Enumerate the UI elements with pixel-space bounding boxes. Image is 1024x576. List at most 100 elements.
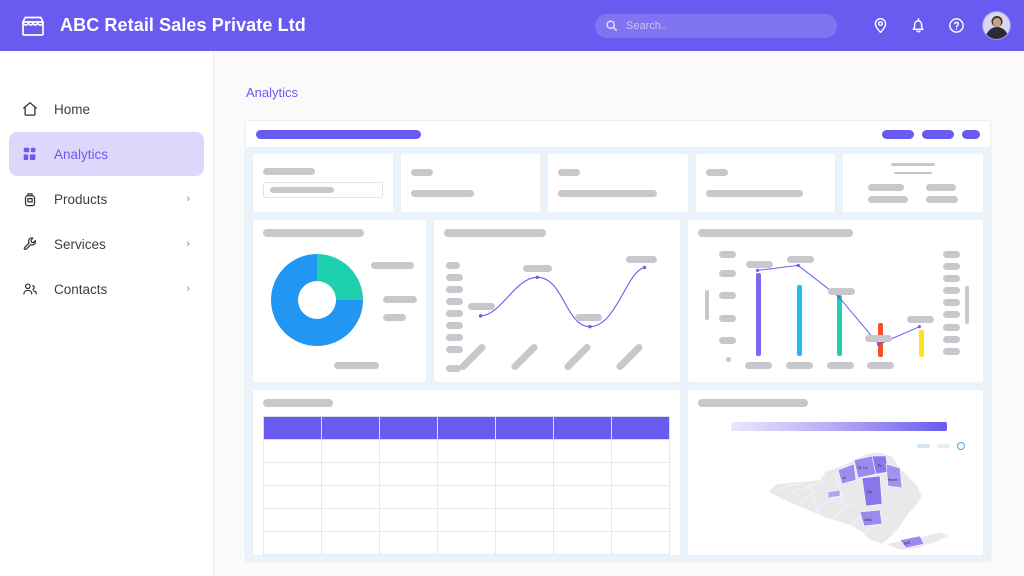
kpi-label-placeholder <box>411 169 433 176</box>
table-column-header[interactable] <box>438 417 496 440</box>
combo-point-label <box>865 335 892 342</box>
county-label: Je. <box>842 476 847 480</box>
data-table[interactable] <box>263 416 670 555</box>
table-cell <box>322 532 380 555</box>
table-cell <box>438 463 496 486</box>
stat-value-placeholder <box>894 172 932 175</box>
chevron-right-icon: › <box>186 284 190 295</box>
people-icon <box>21 280 47 298</box>
app-window: ABC Retail Sales Private Ltd <box>0 0 1024 576</box>
map-title-placeholder <box>698 399 808 407</box>
table-column-header[interactable] <box>612 417 670 440</box>
line-series-path <box>481 267 645 326</box>
x-axis-tick <box>867 362 894 369</box>
sidebar-item-label: Contacts <box>54 282 107 297</box>
kpi-value-placeholder <box>706 190 803 197</box>
table-body <box>264 440 670 555</box>
dashboard-action-buttons <box>882 130 980 139</box>
filter-input[interactable] <box>263 182 383 198</box>
table-column-header[interactable] <box>496 417 554 440</box>
sidebar-item-label: Services <box>54 237 106 252</box>
table-row[interactable] <box>264 509 670 532</box>
chevron-right-icon: › <box>186 239 190 250</box>
line-chart[interactable] <box>434 220 680 382</box>
table-cell <box>554 509 612 532</box>
search-input[interactable] <box>626 20 827 32</box>
line-chart-card[interactable] <box>433 219 681 383</box>
search-icon <box>605 19 618 32</box>
kpi-row <box>252 153 984 213</box>
kpi-card[interactable] <box>547 153 689 213</box>
notification-bell-icon[interactable] <box>899 0 937 51</box>
combo-data-point <box>837 295 840 298</box>
brand[interactable]: ABC Retail Sales Private Ltd <box>0 14 306 38</box>
county-label: Dela. <box>864 518 872 522</box>
user-avatar[interactable] <box>983 12 1010 39</box>
county-label: St. La. <box>858 466 868 470</box>
dashboard-action-button-2[interactable] <box>922 130 954 139</box>
county-label: Ha. <box>867 490 873 494</box>
top-bar-actions <box>595 0 1024 51</box>
table-cell <box>612 509 670 532</box>
table-cell <box>438 532 496 555</box>
location-pin-icon[interactable] <box>861 0 899 51</box>
donut-legend-label <box>334 362 379 369</box>
dashboard-header <box>246 121 990 147</box>
table-cell <box>554 532 612 555</box>
table-cell <box>438 440 496 463</box>
table-column-header[interactable] <box>554 417 612 440</box>
sidebar-item-home[interactable]: Home <box>9 87 204 131</box>
table-header <box>264 417 670 440</box>
table-row[interactable] <box>264 463 670 486</box>
stat-cell-placeholder <box>868 196 908 203</box>
kpi-card[interactable] <box>695 153 837 213</box>
combo-point-label <box>746 261 773 268</box>
sidebar-item-services[interactable]: Services › <box>9 222 204 266</box>
table-cell <box>380 532 438 555</box>
table-cell <box>554 463 612 486</box>
dashboard-grid-icon <box>21 145 47 163</box>
donut-chart[interactable] <box>271 254 363 346</box>
donut-chart-card[interactable] <box>252 219 427 383</box>
breadcrumb[interactable]: Analytics <box>214 51 1024 100</box>
combo-data-point <box>797 264 800 267</box>
table-cell <box>264 440 322 463</box>
stat-card[interactable] <box>842 153 984 213</box>
table-cell <box>612 440 670 463</box>
dashboard-action-button-1[interactable] <box>882 130 914 139</box>
table-column-header[interactable] <box>380 417 438 440</box>
table-cell <box>438 509 496 532</box>
table-row[interactable] <box>264 532 670 555</box>
table-row[interactable] <box>264 440 670 463</box>
dashboard-action-button-3[interactable] <box>962 130 980 139</box>
stat-title-placeholder <box>891 163 935 166</box>
combo-chart[interactable] <box>688 220 983 382</box>
filter-card[interactable] <box>252 153 394 213</box>
x-axis-tick <box>745 362 772 369</box>
line-data-point <box>588 325 591 328</box>
county-area <box>886 464 902 488</box>
sidebar-item-contacts[interactable]: Contacts › <box>9 267 204 311</box>
kpi-card[interactable] <box>400 153 542 213</box>
donut-legend-label <box>383 296 417 303</box>
table-cell <box>264 486 322 509</box>
combo-chart-card[interactable] <box>687 219 984 383</box>
sidebar-item-analytics[interactable]: Analytics <box>9 132 204 176</box>
table-cell <box>322 486 380 509</box>
help-circle-icon[interactable] <box>937 0 975 51</box>
search-box[interactable] <box>595 14 837 38</box>
table-header-row <box>264 417 670 440</box>
avatar-face <box>993 18 1001 27</box>
chevron-right-icon: › <box>186 194 190 205</box>
data-table-card[interactable] <box>252 389 681 556</box>
sidebar-item-products[interactable]: Products › <box>9 177 204 221</box>
map-zoom-icon[interactable] <box>957 442 965 450</box>
map-card[interactable]: St. La. Fr. Essex Je. Ha. Dela. Suff. <box>687 389 984 556</box>
dashboard-body: St. La. Fr. Essex Je. Ha. Dela. Suff. <box>246 147 990 562</box>
table-column-header[interactable] <box>322 417 380 440</box>
combo-point-label <box>907 316 934 323</box>
new-york-choropleth-map[interactable]: St. La. Fr. Essex Je. Ha. Dela. Suff. <box>766 440 956 556</box>
point-value-label <box>626 256 657 263</box>
table-row[interactable] <box>264 486 670 509</box>
table-column-header[interactable] <box>264 417 322 440</box>
